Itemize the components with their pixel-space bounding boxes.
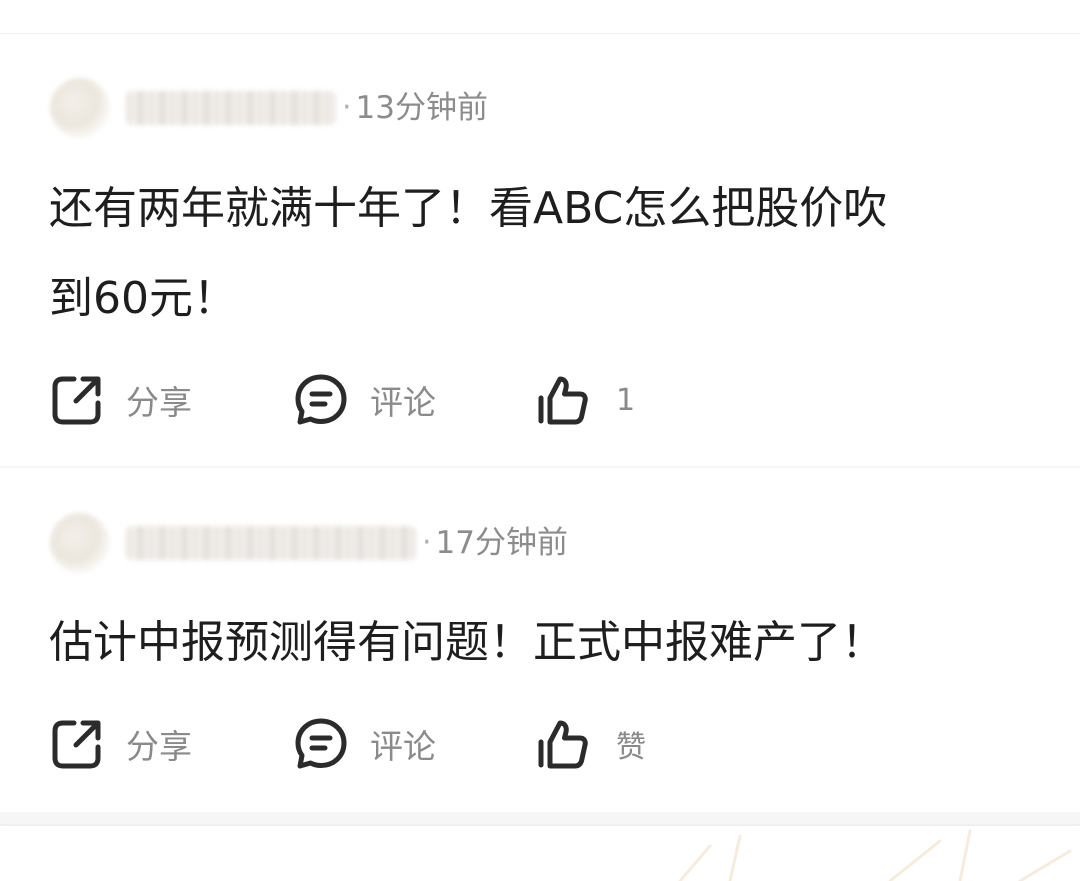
post-content-line: 还有两年就满十年了！看ABC怎么把股价吹 bbox=[49, 183, 888, 234]
comment-icon bbox=[295, 374, 347, 425]
post-content[interactable]: 还有两年就满十年了！看ABC怎么把股价吹 到60元！ bbox=[49, 164, 1039, 344]
like-count: 1 bbox=[616, 382, 636, 418]
post-meta: · 13分钟前 bbox=[50, 78, 488, 138]
post-actions: 分享 评论 1 bbox=[50, 370, 750, 430]
username-blurred[interactable] bbox=[126, 526, 416, 560]
previous-post-edge bbox=[0, 0, 1080, 34]
post-time: 17分钟前 bbox=[435, 524, 568, 561]
post-content-line: 估计中报预测得有问题！正式中报难产了！ bbox=[49, 617, 885, 668]
comment-label: 评论 bbox=[370, 727, 436, 766]
thumbs-up-icon bbox=[538, 720, 588, 769]
decorative-burst bbox=[678, 829, 1072, 881]
like-button[interactable]: 赞 bbox=[536, 714, 646, 774]
share-icon bbox=[52, 376, 101, 425]
post-time: 13分钟前 bbox=[355, 89, 488, 126]
like-label: 赞 bbox=[616, 730, 646, 765]
share-button[interactable]: 分享 bbox=[50, 714, 192, 774]
post-card[interactable]: · 17分钟前 估计中报预测得有问题！正式中报难产了！ 分享 评论 赞 bbox=[0, 468, 1080, 812]
comment-button[interactable]: 评论 bbox=[294, 714, 436, 774]
avatar[interactable] bbox=[50, 513, 110, 573]
comment-icon bbox=[295, 718, 347, 769]
post-content-line: 到60元！ bbox=[49, 273, 237, 324]
comment-label: 评论 bbox=[370, 383, 436, 422]
post-content[interactable]: 估计中报预测得有问题！正式中报难产了！ bbox=[49, 598, 1039, 688]
thumbs-up-icon bbox=[538, 376, 588, 425]
username-blurred[interactable] bbox=[126, 91, 336, 125]
post-card[interactable]: · 13分钟前 还有两年就满十年了！看ABC怎么把股价吹到60元！ 分享 评论 bbox=[0, 34, 1080, 466]
post-actions: 分享 评论 赞 bbox=[50, 714, 750, 774]
share-icon bbox=[52, 720, 101, 769]
share-button[interactable]: 分享 bbox=[50, 370, 192, 430]
share-label: 分享 bbox=[126, 727, 192, 766]
avatar[interactable] bbox=[50, 78, 110, 138]
like-button[interactable]: 1 bbox=[536, 370, 635, 430]
meta-separator: · bbox=[342, 90, 352, 125]
post-meta: · 17分钟前 bbox=[50, 513, 568, 573]
meta-separator: · bbox=[422, 525, 432, 560]
share-label: 分享 bbox=[126, 383, 192, 422]
comment-button[interactable]: 评论 bbox=[294, 370, 436, 430]
